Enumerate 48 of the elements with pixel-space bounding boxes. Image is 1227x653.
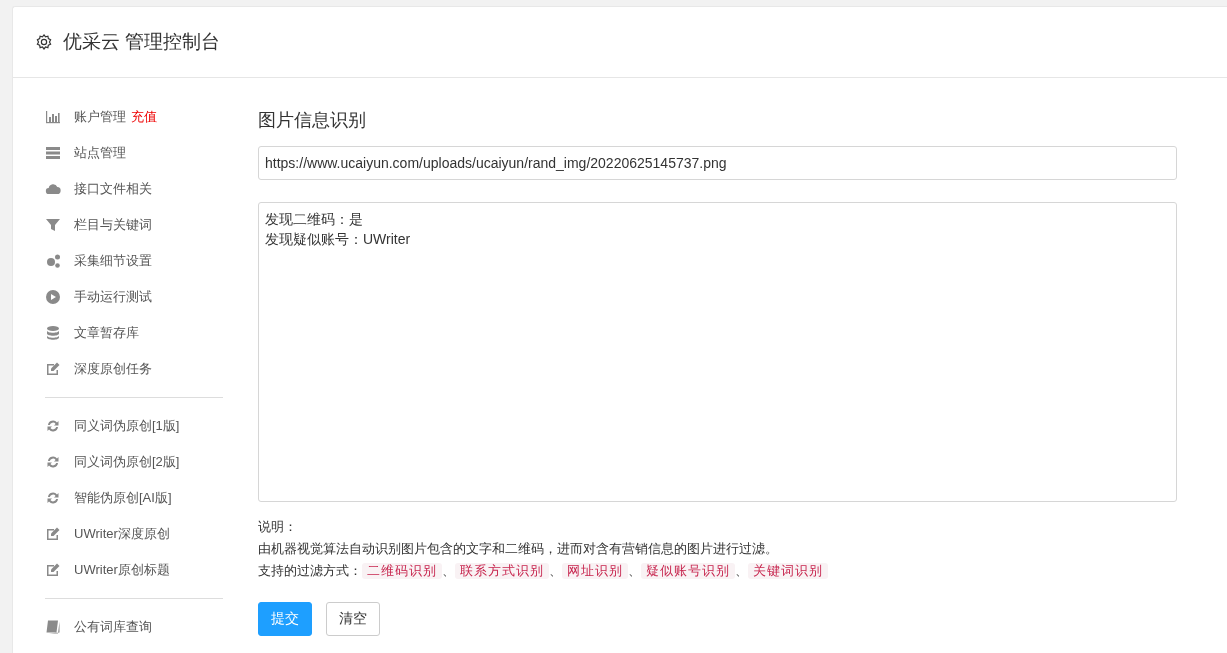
database-icon bbox=[45, 325, 61, 341]
play-icon bbox=[45, 289, 61, 305]
filter-tag: 网址识别 bbox=[562, 563, 628, 579]
sidebar-item[interactable]: 手动运行测试 bbox=[74, 288, 152, 306]
notes-heading: 说明： bbox=[258, 519, 298, 536]
filters-label: 支持的过滤方式： bbox=[258, 564, 362, 578]
separator-text: 、 bbox=[442, 564, 455, 578]
section-title: 图片信息识别 bbox=[258, 109, 367, 132]
filter-tag: 疑似账号识别 bbox=[641, 563, 735, 579]
bar-chart-icon bbox=[45, 109, 61, 125]
sidebar-item[interactable]: 智能伪原创[AI版] bbox=[74, 489, 172, 507]
sidebar-item[interactable]: UWriter深度原创 bbox=[74, 525, 170, 543]
refresh-icon bbox=[45, 490, 61, 506]
refresh-icon bbox=[45, 454, 61, 470]
sidebar-item[interactable]: 文章暂存库 bbox=[74, 324, 139, 342]
result-field[interactable]: 发现二维码：是 发现疑似账号：UWriter bbox=[258, 202, 1177, 502]
result-line: 发现二维码：是 bbox=[265, 210, 364, 229]
filter-tag: 关键词识别 bbox=[748, 563, 828, 579]
sidebar-item[interactable]: 站点管理 bbox=[74, 144, 126, 162]
sidebar-item[interactable]: 同义词伪原创[2版] bbox=[74, 453, 180, 471]
sidebar-item[interactable]: UWriter原创标题 bbox=[74, 561, 170, 579]
sidebar-item[interactable]: 采集细节设置 bbox=[74, 252, 152, 270]
refresh-icon bbox=[45, 418, 61, 434]
separator-text: 、 bbox=[628, 564, 641, 578]
cloud-icon bbox=[45, 181, 61, 197]
filter-icon bbox=[45, 217, 61, 233]
separator-text: 、 bbox=[549, 564, 562, 578]
result-line: 发现疑似账号：UWriter bbox=[265, 230, 412, 249]
server-icon bbox=[45, 145, 61, 161]
settings-icon[interactable] bbox=[35, 33, 53, 51]
book-icon bbox=[45, 619, 61, 635]
sidebar-item[interactable]: 深度原创任务 bbox=[74, 360, 152, 378]
recharge-link[interactable]: 充值 bbox=[131, 108, 157, 126]
url-field[interactable]: https://www.ucaiyun.com/uploads/ucaiyun/rand_img/20220625145737.png bbox=[258, 146, 1177, 180]
filter-tag: 联系方式识别 bbox=[455, 563, 549, 579]
edit-icon bbox=[45, 526, 61, 542]
edit-icon bbox=[45, 361, 61, 377]
clear-button[interactable]: 清空 bbox=[326, 602, 380, 636]
edit-icon bbox=[45, 562, 61, 578]
filter-tag: 二维码识别 bbox=[362, 563, 442, 579]
sidebar-item[interactable]: 账户管理 bbox=[74, 108, 126, 126]
description-text: 由机器视觉算法自动识别图片包含的文字和二维码，进而对含有营销信息的图片进行过滤。 bbox=[258, 541, 779, 558]
sidebar-item[interactable]: 接口文件相关 bbox=[74, 180, 152, 198]
app-title: 优采云 管理控制台 bbox=[63, 30, 221, 54]
sidebar-item[interactable]: 栏目与关键词 bbox=[74, 216, 152, 234]
separator-text: 、 bbox=[735, 564, 748, 578]
sidebar-item[interactable]: 同义词伪原创[1版] bbox=[74, 417, 180, 435]
sidebar-item[interactable]: 公有词库查询 bbox=[74, 618, 152, 636]
